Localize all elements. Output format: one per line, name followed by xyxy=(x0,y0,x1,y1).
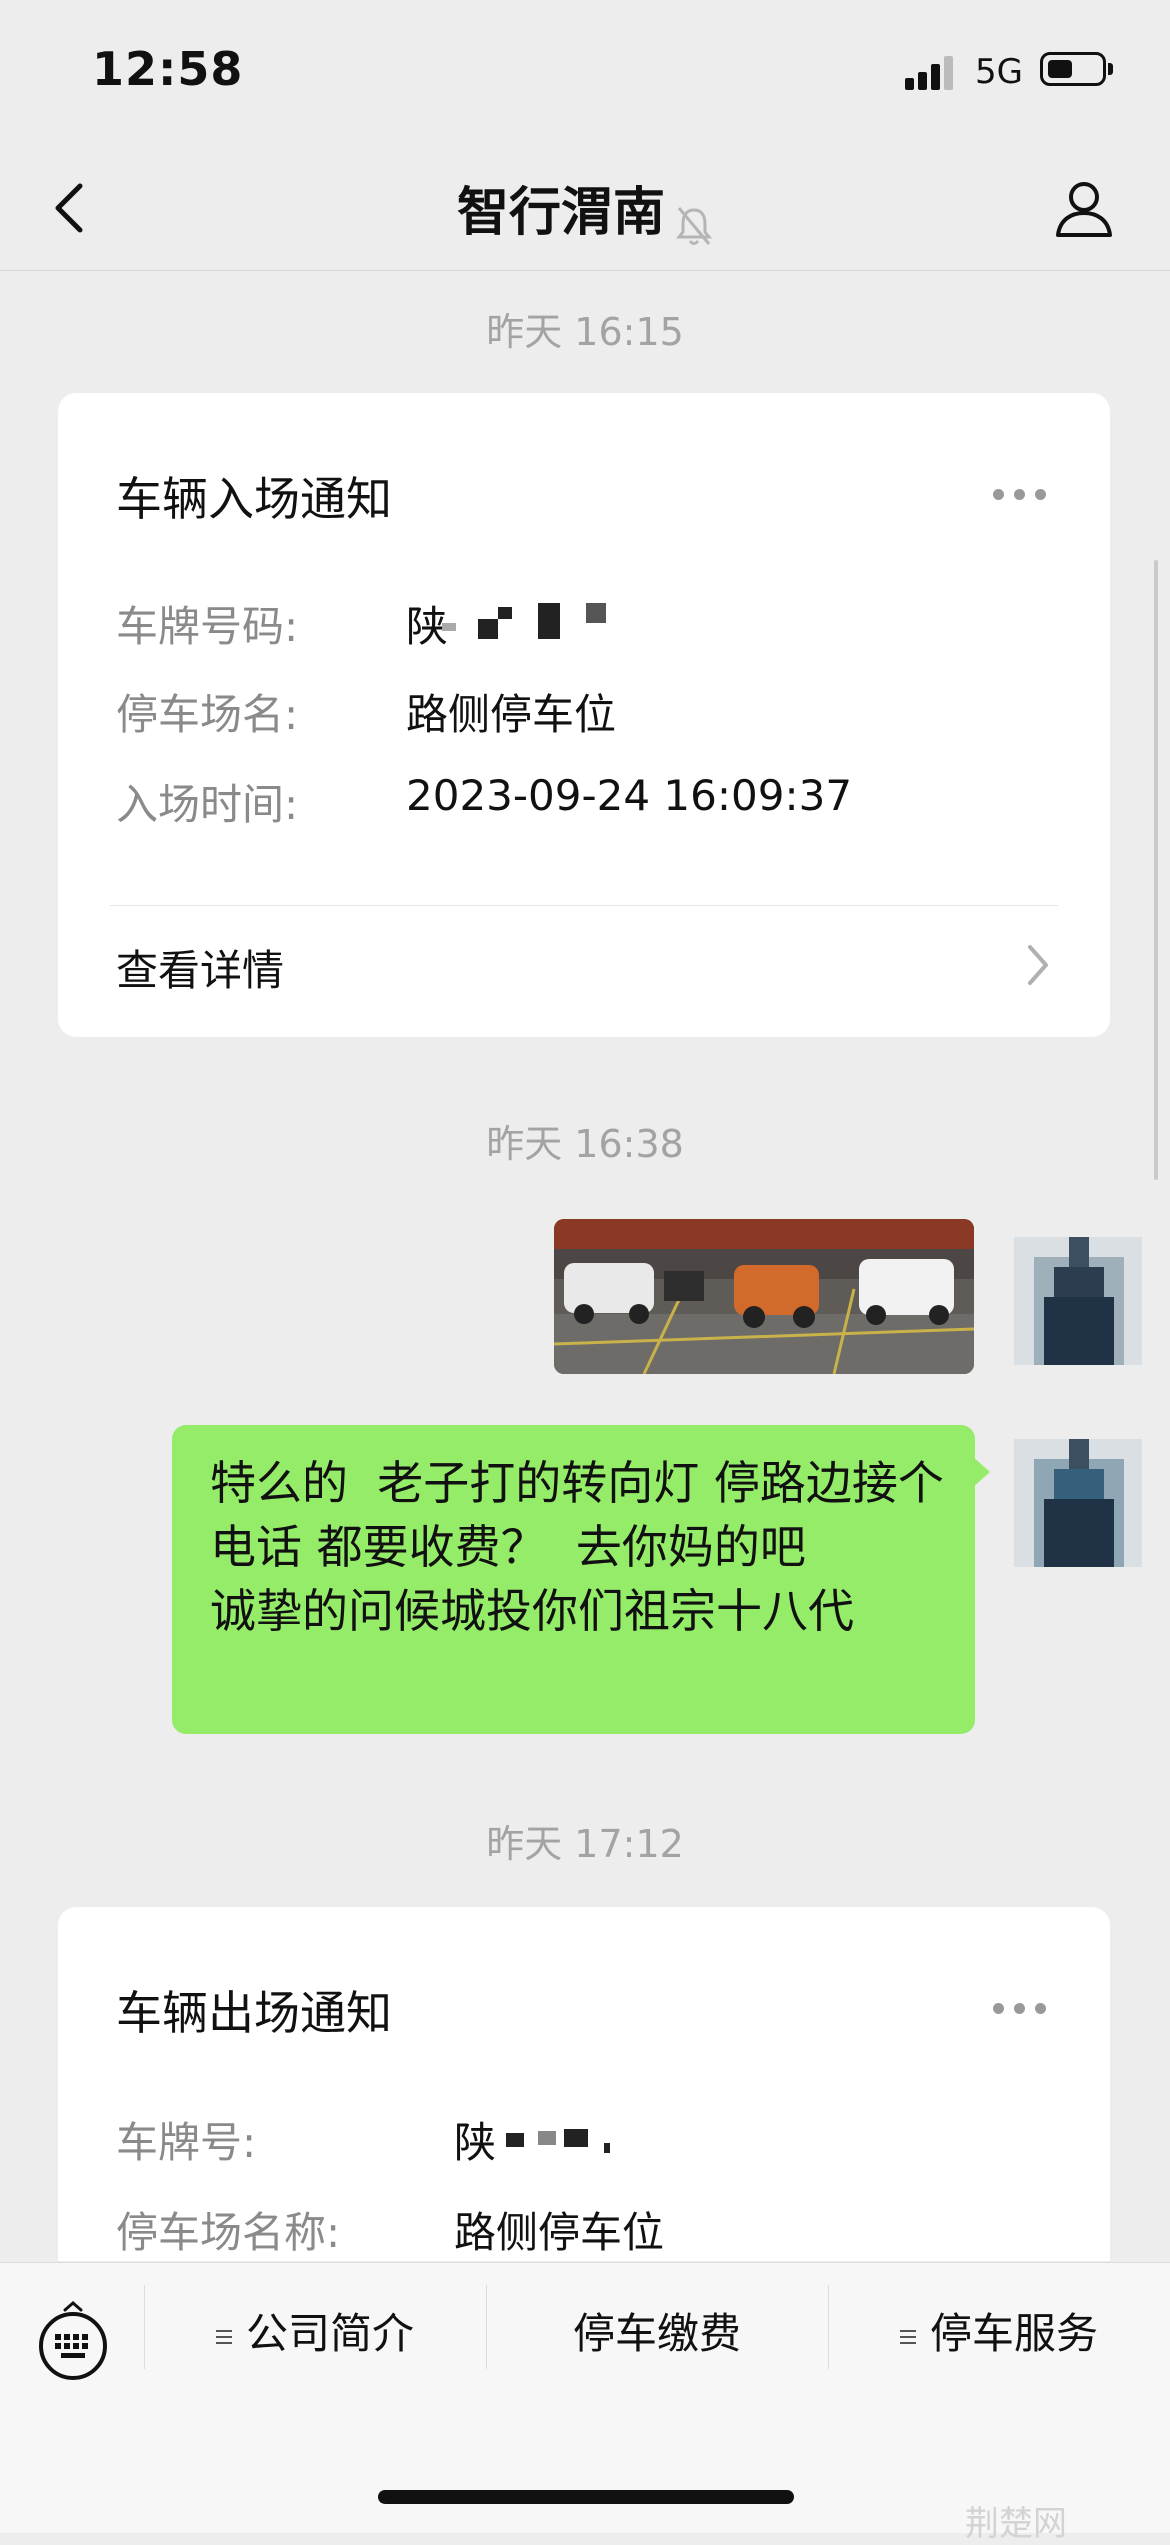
submenu-icon xyxy=(215,2326,232,2348)
more-icon[interactable] xyxy=(983,485,1046,504)
avatar[interactable] xyxy=(1014,1439,1142,1567)
battery-tip xyxy=(1108,63,1113,75)
menu-label: 公司简介 xyxy=(245,2309,414,2358)
timestamp: 昨天 16:15 xyxy=(486,310,684,354)
timestamp: 昨天 17:12 xyxy=(486,1822,684,1866)
plate-value-masked: 陕 xyxy=(454,2109,674,2169)
message-text: 特么的 老子打的转向灯 停路边接个电话 都要收费？ 去你妈的吧 诚挚的问候城投你… xyxy=(210,1456,944,1638)
chat-area[interactable]: 昨天 16:15 车辆入场通知 车牌号码: 陕 停车场名: 路侧停车位 入场时间… xyxy=(0,271,1170,2261)
parking-lot-value: 路侧停车位 xyxy=(406,690,617,739)
home-indicator[interactable] xyxy=(378,2490,794,2504)
avatar[interactable] xyxy=(1014,1237,1142,1365)
parking-lot-label: 停车场名: xyxy=(116,690,299,739)
page-title: 智行渭南 xyxy=(456,183,665,243)
nav-title-wrap: 智行渭南 xyxy=(0,170,1170,248)
parking-lot-label: 停车场名称: xyxy=(116,2208,341,2257)
menu-parking-payment[interactable]: 停车缴费 xyxy=(487,2300,827,2361)
entry-time-value: 2023-09-24 16:09:37 xyxy=(406,771,853,820)
submenu-icon xyxy=(899,2326,916,2348)
plate-value-masked: 陕 xyxy=(406,593,626,653)
status-time: 12:58 xyxy=(92,42,244,96)
network-label: 5G xyxy=(975,52,1023,92)
menu-label: 停车缴费 xyxy=(572,2309,741,2358)
profile-icon[interactable] xyxy=(1052,175,1116,239)
signal-icon xyxy=(905,56,957,90)
parking-lot-value: 路侧停车位 xyxy=(454,2208,665,2257)
view-details-link[interactable]: 查看详情 xyxy=(116,937,284,998)
timestamp: 昨天 16:38 xyxy=(486,1122,684,1166)
card-title: 车辆入场通知 xyxy=(116,472,392,526)
plate-label: 车牌号: xyxy=(116,2118,257,2167)
entry-notice-card[interactable]: 车辆入场通知 车牌号码: 陕 停车场名: 路侧停车位 入场时间: 2023-09… xyxy=(58,393,1110,1037)
plate-prefix: 陕 xyxy=(454,2118,497,2167)
parking-photo xyxy=(554,1219,974,1374)
exit-notice-card[interactable]: 车辆出场通知 车牌号: 陕 停车场名称: 路侧停车位 xyxy=(58,1907,1110,2261)
watermark: 荆楚网 xyxy=(965,2504,1067,2544)
scrollbar[interactable] xyxy=(1154,560,1158,1180)
card-divider xyxy=(110,905,1058,906)
menu-company-intro[interactable]: 公司简介 xyxy=(145,2300,485,2361)
mute-bell-icon xyxy=(675,206,713,245)
card-title: 车辆出场通知 xyxy=(116,1986,392,2040)
menu-label: 停车服务 xyxy=(929,2309,1098,2358)
bubble-tail xyxy=(972,1456,990,1488)
battery-icon xyxy=(1040,52,1106,86)
chevron-right-icon xyxy=(1028,945,1048,985)
message-bubble[interactable]: 特么的 老子打的转向灯 停路边接个电话 都要收费？ 去你妈的吧 诚挚的问候城投你… xyxy=(172,1425,975,1734)
photo-message[interactable] xyxy=(554,1219,974,1374)
plate-label: 车牌号码: xyxy=(116,602,299,651)
menu-parking-service[interactable]: 停车服务 xyxy=(829,2300,1169,2361)
entry-time-label: 入场时间: xyxy=(116,780,299,829)
keyboard-icon[interactable] xyxy=(35,2300,111,2380)
more-icon[interactable] xyxy=(983,1999,1046,2018)
